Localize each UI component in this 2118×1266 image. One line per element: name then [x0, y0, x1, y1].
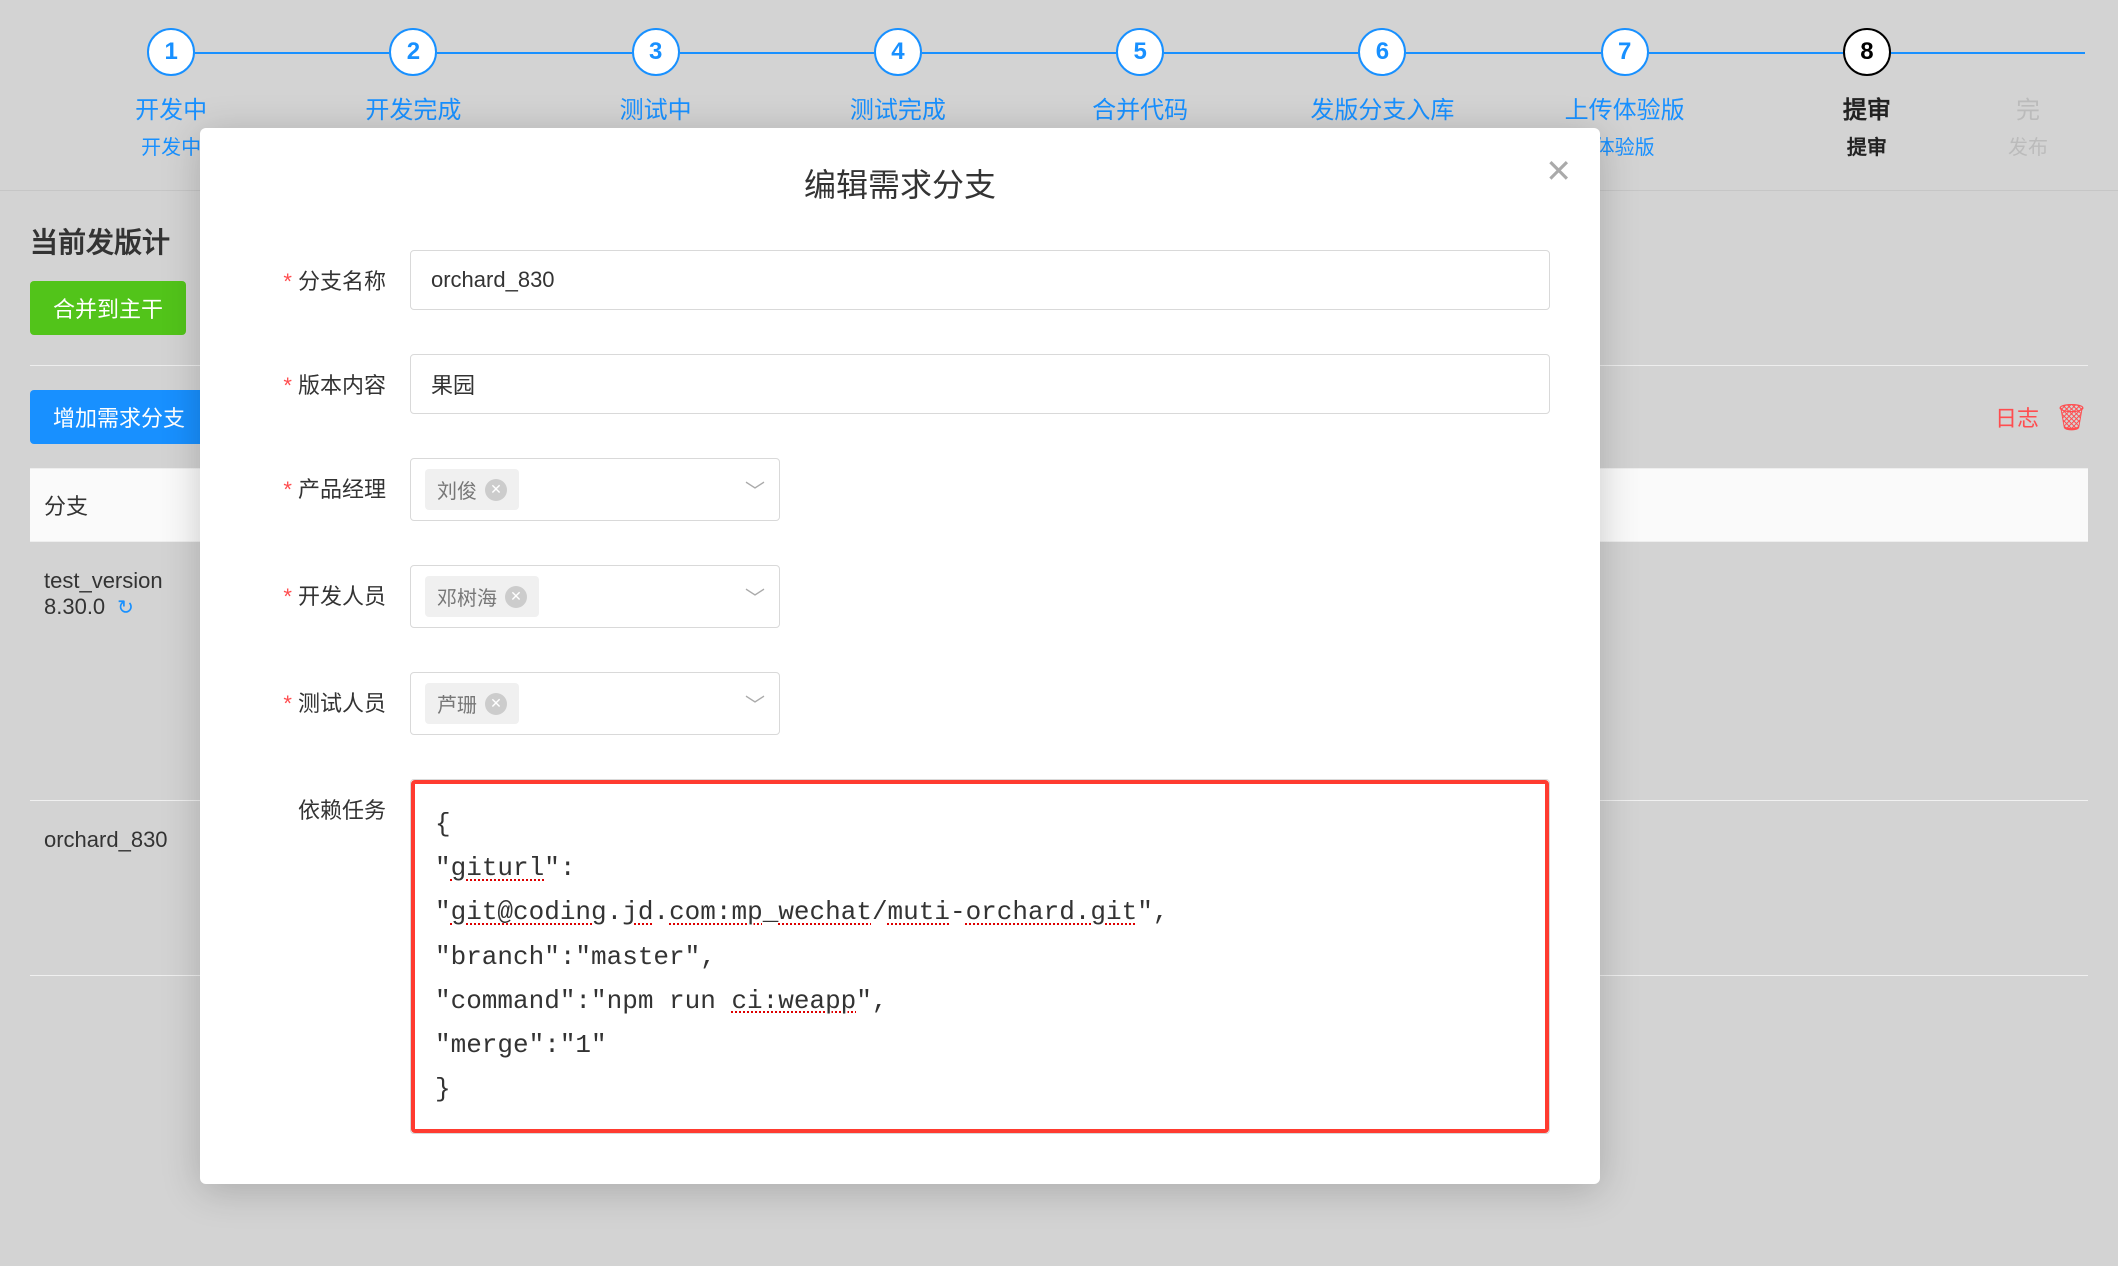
step-title: 提审	[1843, 90, 1891, 125]
step-title: 测试中	[620, 90, 692, 125]
label-pm: 产品经理	[298, 477, 386, 502]
step-5[interactable]: 5 合并代码	[1019, 28, 1261, 125]
tag-remove-icon[interactable]: ✕	[505, 586, 527, 608]
label-qa: 测试人员	[298, 691, 386, 716]
step-6[interactable]: 6 发版分支入库	[1261, 28, 1503, 125]
step-num: 2	[389, 28, 437, 76]
step-sub: 提审	[1847, 131, 1887, 160]
pm-select[interactable]: 刘俊 ✕ ﹀	[410, 458, 780, 521]
label-dev: 开发人员	[298, 584, 386, 609]
content-input[interactable]	[410, 354, 1550, 414]
modal-title: 编辑需求分支	[250, 160, 1550, 206]
step-sub: 体验版	[1595, 131, 1655, 160]
deps-textarea-wrap: {"giturl":"git@coding.jd.com:mp_wechat/m…	[410, 779, 1550, 1134]
step-3[interactable]: 3 测试中	[535, 28, 777, 125]
step-title: 完	[2016, 90, 2040, 125]
step-num: 8	[1843, 28, 1891, 76]
tag-text: 刘俊	[437, 475, 477, 504]
refresh-icon[interactable]: ↻	[117, 595, 134, 620]
step-title: 发版分支入库	[1310, 90, 1454, 125]
dev-select[interactable]: 邓树海 ✕ ﹀	[410, 565, 780, 628]
step-8[interactable]: 8 提审 提审	[1746, 28, 1988, 160]
tag-text: 芦珊	[437, 689, 477, 718]
qa-tag: 芦珊 ✕	[425, 683, 519, 724]
label-deps: 依赖任务	[298, 798, 386, 823]
label-branch: 分支名称	[298, 269, 386, 294]
step-title: 开发完成	[365, 90, 461, 125]
deps-textarea[interactable]: {"giturl":"git@coding.jd.com:mp_wechat/m…	[411, 780, 1549, 1133]
step-9[interactable]: 9 完 发布	[1988, 28, 2068, 160]
log-link[interactable]: 日志	[1995, 401, 2039, 433]
pm-tag: 刘俊 ✕	[425, 469, 519, 510]
step-num: 1	[147, 28, 195, 76]
current-plan-label: 当前发版计	[30, 221, 170, 261]
close-icon[interactable]: ✕	[1545, 152, 1572, 190]
step-title: 测试完成	[850, 90, 946, 125]
delete-icon[interactable]: 🗑	[2055, 402, 2088, 433]
add-branch-button[interactable]: 增加需求分支	[30, 390, 208, 444]
step-num: 7	[1601, 28, 1649, 76]
step-title: 开发中	[135, 90, 207, 125]
tag-text: 邓树海	[437, 582, 497, 611]
step-4[interactable]: 4 测试完成	[777, 28, 1019, 125]
qa-select[interactable]: 芦珊 ✕ ﹀	[410, 672, 780, 735]
step-num: 5	[1116, 28, 1164, 76]
step-sub: 发布	[2008, 131, 2048, 160]
tag-remove-icon[interactable]: ✕	[485, 479, 507, 501]
chevron-down-icon: ﹀	[745, 582, 765, 611]
step-title: 上传体验版	[1565, 90, 1685, 125]
step-2[interactable]: 2 开发完成	[292, 28, 534, 125]
step-sub: 开发中	[141, 131, 201, 160]
branch-version: 8.30.0	[44, 594, 105, 620]
step-num: 3	[632, 28, 680, 76]
merge-master-button[interactable]: 合并到主干	[30, 281, 186, 335]
tag-remove-icon[interactable]: ✕	[485, 693, 507, 715]
edit-branch-modal: ✕ 编辑需求分支 *分支名称 *版本内容 *产品经理 刘俊✕ ﹀ *开发人员 邓…	[200, 128, 1600, 1184]
label-content: 版本内容	[298, 373, 386, 398]
step-num: 6	[1358, 28, 1406, 76]
dev-tag: 邓树海 ✕	[425, 576, 539, 617]
branch-name-input[interactable]	[410, 250, 1550, 310]
step-num: 4	[874, 28, 922, 76]
chevron-down-icon: ﹀	[745, 689, 765, 718]
step-title: 合并代码	[1092, 90, 1188, 125]
chevron-down-icon: ﹀	[745, 475, 765, 504]
